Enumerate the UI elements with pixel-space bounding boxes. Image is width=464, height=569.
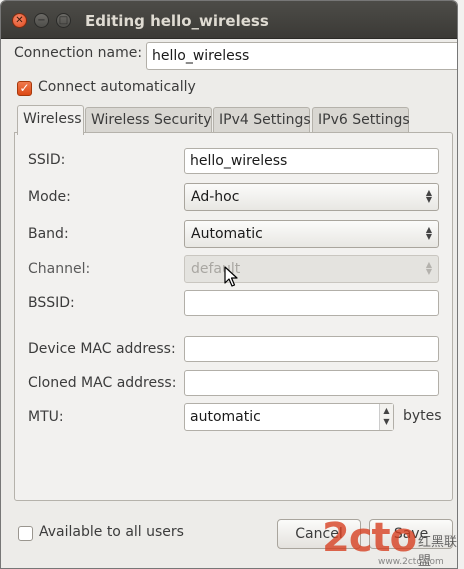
updown-arrow-icon: ▲ ▼ xyxy=(425,260,432,276)
device-mac-input[interactable] xyxy=(184,336,439,362)
channel-select[interactable]: default ▲ ▼ xyxy=(184,255,439,283)
available-all-users-checkbox[interactable] xyxy=(18,526,33,541)
connect-automatically-label[interactable]: Connect automatically xyxy=(38,79,196,95)
title-bar[interactable]: ✕ − □ Editing hello_wireless xyxy=(1,1,457,39)
mtu-unit-label: bytes xyxy=(403,408,442,424)
mouse-pointer-icon xyxy=(224,266,238,287)
bssid-label: BSSID: xyxy=(28,295,75,311)
mtu-label: MTU: xyxy=(28,409,64,425)
cloned-mac-label: Cloned MAC address: xyxy=(28,375,177,391)
connection-name-input[interactable]: hello_wireless xyxy=(146,42,457,70)
tab-wireless[interactable]: Wireless xyxy=(17,105,84,135)
save-button[interactable]: Save xyxy=(369,519,453,549)
updown-arrow-icon: ▲ ▼ xyxy=(425,225,432,241)
mtu-value: automatic xyxy=(190,409,261,425)
tab-ipv6-settings[interactable]: IPv6 Settings xyxy=(312,107,410,133)
connection-name-label: Connection name: xyxy=(14,45,143,61)
updown-arrow-icon: ▲ ▼ xyxy=(425,188,432,204)
minimize-icon[interactable]: − xyxy=(34,13,49,28)
tab-ipv4-settings[interactable]: IPv4 Settings xyxy=(213,107,311,133)
ssid-label: SSID: xyxy=(28,152,66,168)
maximize-icon[interactable]: □ xyxy=(56,13,71,28)
cloned-mac-input[interactable] xyxy=(184,370,439,396)
channel-label: Channel: xyxy=(28,261,91,277)
close-icon[interactable]: ✕ xyxy=(12,13,27,28)
available-all-users-label[interactable]: Available to all users xyxy=(39,524,184,540)
mode-label: Mode: xyxy=(28,189,71,205)
bssid-input[interactable] xyxy=(184,290,439,316)
mode-value: Ad-hoc xyxy=(191,189,240,205)
band-select[interactable]: Automatic ▲ ▼ xyxy=(184,220,439,248)
cancel-button[interactable]: Cancel xyxy=(277,519,361,549)
device-mac-label: Device MAC address: xyxy=(28,341,176,357)
mode-select[interactable]: Ad-hoc ▲ ▼ xyxy=(184,183,439,211)
band-label: Band: xyxy=(28,226,69,242)
tab-wireless-security[interactable]: Wireless Security xyxy=(85,107,212,133)
ssid-input[interactable]: hello_wireless xyxy=(184,148,439,174)
connect-automatically-checkbox[interactable]: ✓ xyxy=(17,81,32,96)
band-value: Automatic xyxy=(191,226,263,242)
window-title: Editing hello_wireless xyxy=(85,12,269,30)
background-right xyxy=(458,0,464,569)
mtu-spinbox[interactable]: automatic ▲ ▼ xyxy=(184,403,394,431)
spin-arrow-icon[interactable]: ▲ ▼ xyxy=(379,404,393,430)
